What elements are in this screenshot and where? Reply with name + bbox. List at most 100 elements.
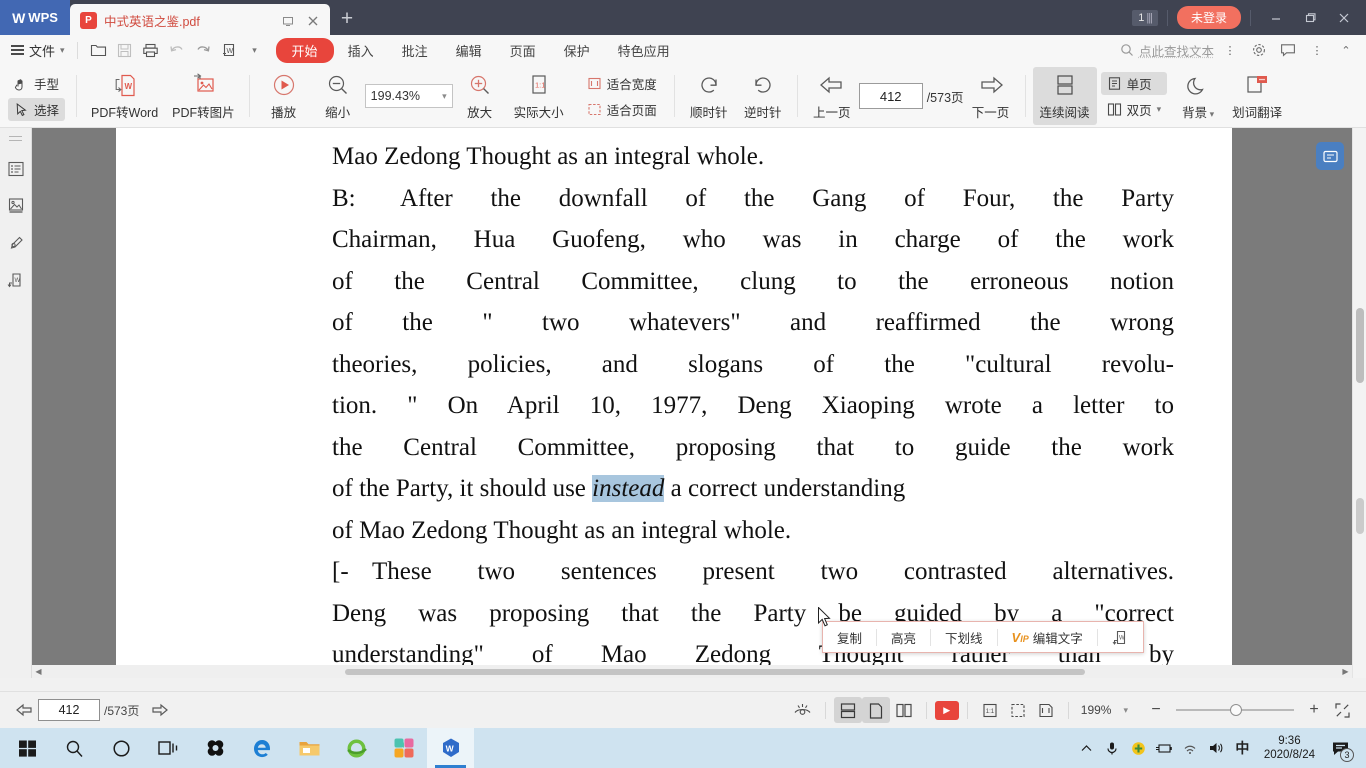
window-count-badge[interactable]: 1 ||| xyxy=(1132,9,1158,26)
quick-access-more-icon[interactable]: ▾ xyxy=(242,38,268,62)
highlight-menu-item[interactable]: 高亮 xyxy=(877,622,930,652)
app-file-explorer[interactable] xyxy=(286,728,333,768)
status-prev-page-button[interactable] xyxy=(10,697,38,723)
tab-featured-apps[interactable]: 特色应用 xyxy=(604,38,684,63)
status-fit-page-icon[interactable] xyxy=(1004,697,1032,723)
cortana-button[interactable] xyxy=(98,728,145,768)
zoom-slider[interactable]: − + xyxy=(1142,697,1328,723)
close-window-icon[interactable] xyxy=(1328,0,1360,35)
taskbar-search-button[interactable] xyxy=(51,728,98,768)
horizontal-scrollbar[interactable]: ◀ ▶ xyxy=(32,665,1352,678)
print-icon[interactable] xyxy=(138,38,164,62)
pdf-to-image-button[interactable]: PDF转图片 xyxy=(165,67,242,125)
speaker-icon[interactable] xyxy=(1204,728,1229,768)
document-tab[interactable]: P 中式英语之鉴.pdf xyxy=(70,4,330,37)
wifi-icon[interactable] xyxy=(1178,728,1203,768)
undo-icon[interactable] xyxy=(164,38,190,62)
status-fit-width-icon[interactable] xyxy=(1032,697,1060,723)
fit-page-button[interactable]: 适合页面 xyxy=(581,98,663,121)
notification-center-button[interactable]: 3 xyxy=(1324,728,1358,768)
microphone-icon[interactable] xyxy=(1100,728,1125,768)
hand-tool-button[interactable]: 手型 xyxy=(8,72,65,95)
edit-text-menu-item[interactable]: VIP 编辑文字 xyxy=(998,622,1097,652)
zoom-increase-button[interactable]: + xyxy=(1300,697,1328,723)
task-view-button[interactable] xyxy=(145,728,192,768)
gear-icon[interactable] xyxy=(1246,38,1272,62)
file-menu-button[interactable]: 文件 ▾ xyxy=(7,39,69,62)
minimize-icon[interactable] xyxy=(1260,0,1292,35)
status-zoom-caret-icon[interactable]: ▾ xyxy=(1123,705,1128,716)
restore-icon[interactable] xyxy=(279,12,297,30)
feedback-icon[interactable] xyxy=(1275,38,1301,62)
rotate-clockwise-button[interactable]: 顺时针 xyxy=(682,67,736,125)
zoom-decrease-button[interactable]: − xyxy=(1142,697,1170,723)
show-hidden-icons-button[interactable] xyxy=(1074,728,1099,768)
taskbar-clock[interactable]: 9:36 2020/8/24 xyxy=(1256,734,1323,762)
selection-context-menu[interactable]: 复制 高亮 下划线 VIP 编辑文字 W xyxy=(822,621,1144,653)
fit-width-button[interactable]: 适合宽度 xyxy=(581,72,663,95)
zoom-slider-knob[interactable] xyxy=(1230,704,1242,716)
app-ie-browser[interactable] xyxy=(333,728,380,768)
save-icon[interactable] xyxy=(112,38,138,62)
prev-page-button[interactable]: 上一页 xyxy=(805,67,859,125)
single-page-button[interactable]: 单页 xyxy=(1100,71,1168,95)
play-button[interactable]: 播放 xyxy=(257,67,311,125)
chevron-down-icon[interactable]: ▾ xyxy=(442,91,447,102)
scroll-right-arrow[interactable]: ▶ xyxy=(1339,667,1352,676)
vertical-scroll-thumb-secondary[interactable] xyxy=(1356,498,1364,534)
search-more-icon[interactable]: ⋮ xyxy=(1217,38,1243,62)
search-text-button[interactable]: 点此查找文本 xyxy=(1120,41,1214,60)
search-input[interactable]: 点此查找文本 xyxy=(1139,41,1214,60)
horizontal-scroll-thumb[interactable] xyxy=(345,669,1085,675)
zoom-in-button[interactable]: 放大 xyxy=(453,67,507,125)
rotate-counterclockwise-button[interactable]: 逆时针 xyxy=(736,67,790,125)
selected-text[interactable]: instead xyxy=(592,475,665,502)
status-single-page-icon[interactable] xyxy=(861,697,890,723)
tab-edit[interactable]: 编辑 xyxy=(442,38,496,63)
tab-start[interactable]: 开始 xyxy=(275,37,334,63)
document-viewport[interactable]: Mao Zedong Thought as an integral whole.… xyxy=(32,128,1366,678)
collapse-ribbon-icon[interactable]: ⌃ xyxy=(1333,38,1359,62)
rail-handle-icon[interactable] xyxy=(9,136,22,141)
vertical-scroll-thumb[interactable] xyxy=(1356,308,1364,383)
app-snipaste[interactable] xyxy=(192,728,239,768)
wps-logo-button[interactable]: W WPS xyxy=(0,0,70,35)
next-page-button[interactable]: 下一页 xyxy=(964,67,1018,125)
underline-menu-item[interactable]: 下划线 xyxy=(931,622,997,652)
background-button[interactable]: 背景 ▾ xyxy=(1171,67,1225,125)
status-play-button[interactable]: ▶ xyxy=(934,700,959,720)
status-next-page-button[interactable] xyxy=(145,697,173,723)
close-icon[interactable] xyxy=(304,12,322,30)
zoom-out-button[interactable]: 缩小 xyxy=(311,67,365,125)
eye-protect-icon[interactable] xyxy=(789,697,817,723)
horizontal-scroll-track[interactable] xyxy=(45,665,1339,678)
fullscreen-icon[interactable] xyxy=(1328,697,1356,723)
redo-icon[interactable] xyxy=(190,38,216,62)
start-button[interactable] xyxy=(4,728,51,768)
app-edge[interactable] xyxy=(239,728,286,768)
battery-icon[interactable] xyxy=(1152,728,1177,768)
thumbnail-icon[interactable] xyxy=(4,194,28,218)
login-button[interactable]: 未登录 xyxy=(1176,6,1241,29)
pdf-page[interactable]: Mao Zedong Thought as an integral whole.… xyxy=(116,128,1232,676)
pdf-to-word-icon[interactable]: W xyxy=(216,38,242,62)
new-tab-button[interactable]: + xyxy=(330,2,364,35)
word-translate-button[interactable]: 划词翻译 xyxy=(1225,67,1289,125)
tab-page[interactable]: 页面 xyxy=(496,38,550,63)
tab-comment[interactable]: 批注 xyxy=(388,38,442,63)
more-vertical-icon[interactable]: ⋮ xyxy=(1304,38,1330,62)
page-number-input[interactable]: 412 xyxy=(858,83,923,109)
export-to-word-menu-item[interactable]: W xyxy=(1098,622,1143,652)
security-shield-icon[interactable] xyxy=(1126,728,1151,768)
chevron-down-icon[interactable]: ▾ xyxy=(1157,104,1162,115)
tab-protect[interactable]: 保护 xyxy=(550,38,604,63)
outline-icon[interactable] xyxy=(4,157,28,181)
app-wps[interactable]: W xyxy=(427,728,474,768)
tab-insert[interactable]: 插入 xyxy=(334,38,388,63)
floating-assistant-icon[interactable] xyxy=(1316,142,1344,170)
ime-indicator[interactable]: 中 xyxy=(1230,728,1255,768)
zoom-slider-track[interactable] xyxy=(1176,704,1294,716)
export-icon[interactable]: W xyxy=(4,268,28,292)
open-icon[interactable] xyxy=(86,38,112,62)
zoom-level-input[interactable]: 199.43% ▾ xyxy=(364,84,453,108)
